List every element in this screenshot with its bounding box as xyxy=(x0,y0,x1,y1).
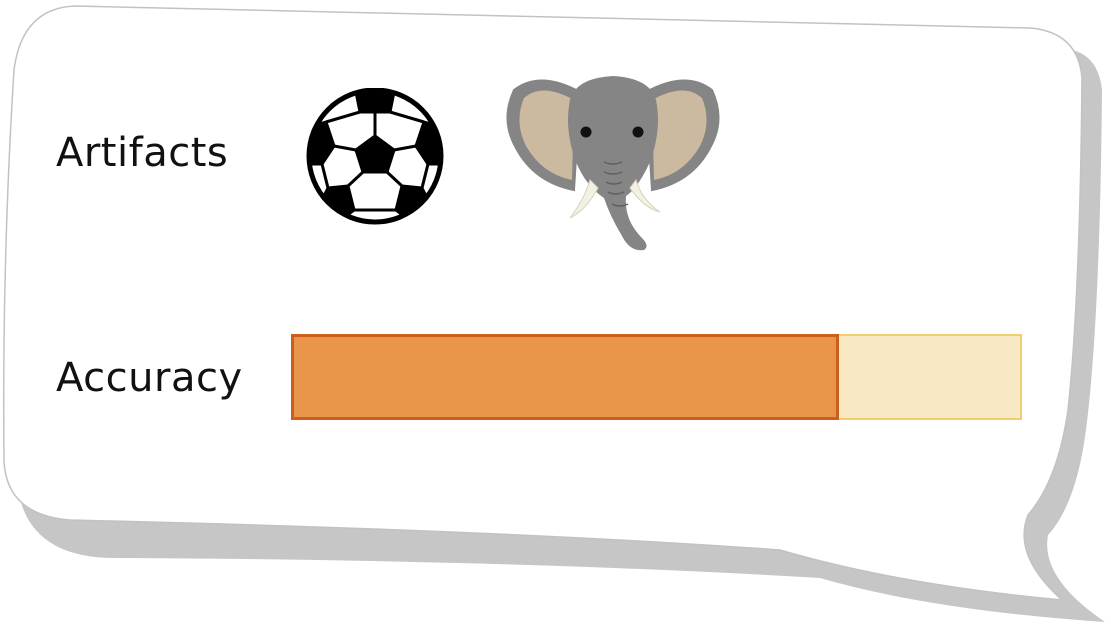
accuracy-bar-track xyxy=(291,334,1022,420)
accuracy-label: Accuracy xyxy=(56,355,243,401)
speech-bubble-card: Artifacts Accuracy xyxy=(0,0,1111,625)
artifacts-label: Artifacts xyxy=(56,130,229,176)
soccer-ball-icon xyxy=(306,88,444,225)
elephant-icon xyxy=(506,76,720,251)
accuracy-bar-fill xyxy=(291,334,839,420)
